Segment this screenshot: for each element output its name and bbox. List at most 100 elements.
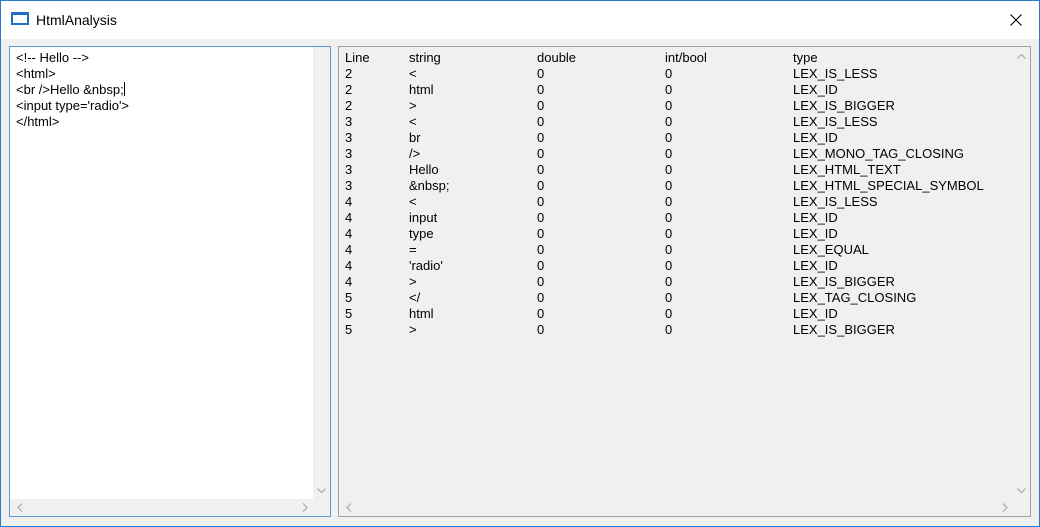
- cell-type: LEX_ID: [793, 258, 838, 273]
- cell-string: Hello: [409, 162, 439, 177]
- table-row[interactable]: 3 /> 0 0 LEX_MONO_TAG_CLOSING: [345, 146, 1013, 162]
- table-scroll-right-button[interactable]: [996, 499, 1013, 516]
- cell-int-bool: 0: [665, 114, 673, 129]
- cell-type: LEX_IS_BIGGER: [793, 322, 895, 337]
- cell-string: >: [409, 322, 417, 337]
- cell-type: LEX_IS_LESS: [793, 194, 878, 209]
- table-row[interactable]: 3 Hello 0 0 LEX_HTML_TEXT: [345, 162, 1013, 178]
- cell-double: 0: [537, 258, 545, 273]
- cell-string: <: [409, 194, 417, 209]
- table-scroll-down-button[interactable]: [1013, 482, 1030, 499]
- cell-type: LEX_IS_LESS: [793, 66, 878, 81]
- cell-line: 2: [345, 98, 353, 113]
- chevron-left-icon: [16, 503, 22, 512]
- cell-double: 0: [537, 82, 545, 97]
- table-row[interactable]: 3 <0 0 LEX_IS_LESS: [345, 114, 1013, 130]
- close-button[interactable]: [993, 1, 1039, 39]
- lexeme-table[interactable]: Line string double int/bool type 2 <0 0 LEX…: [338, 46, 1031, 517]
- source-editor[interactable]: <!-- Hello --> <html> <br />Hello &nbsp; <i…: [9, 46, 331, 517]
- cell-line: 3: [345, 178, 353, 193]
- header-line: Line: [345, 50, 370, 65]
- editor-line: <br />Hello &nbsp;: [16, 82, 312, 98]
- cell-line: 4: [345, 274, 353, 289]
- table-row[interactable]: 3 br 0 0 LEX_ID: [345, 130, 1013, 146]
- cell-line: 5: [345, 290, 353, 305]
- table-horizontal-scrollbar[interactable]: [339, 499, 1013, 516]
- editor-vertical-scrollbar[interactable]: [313, 47, 330, 499]
- cell-double: 0: [537, 226, 545, 241]
- cell-double: 0: [537, 66, 545, 81]
- cell-line: 4: [345, 226, 353, 241]
- cell-int-bool: 0: [665, 66, 673, 81]
- cell-string: <: [409, 66, 417, 81]
- cell-int-bool: 0: [665, 274, 673, 289]
- table-row[interactable]: 4 type 0 0 LEX_ID: [345, 226, 1013, 242]
- cell-double: 0: [537, 242, 545, 257]
- table-row[interactable]: 2 <0 0 LEX_IS_LESS: [345, 66, 1013, 82]
- editor-line-text: </html>: [16, 114, 60, 129]
- table-row[interactable]: 5 </ 0 0 LEX_TAG_CLOSING: [345, 290, 1013, 306]
- cell-int-bool: 0: [665, 178, 673, 193]
- cell-line: 3: [345, 162, 353, 177]
- cell-string: >: [409, 98, 417, 113]
- table-row[interactable]: 4 input 0 0 LEX_ID: [345, 210, 1013, 226]
- editor-scroll-down-button[interactable]: [313, 482, 330, 499]
- table-row[interactable]: 4 = 0 0 LEX_EQUAL: [345, 242, 1013, 258]
- table-row[interactable]: 3 &nbsp; 0 0 LEX_HTML_SPECIAL_SYMBOL: [345, 178, 1013, 194]
- text-caret: [123, 82, 125, 96]
- cell-string: html: [409, 306, 434, 321]
- cell-int-bool: 0: [665, 82, 673, 97]
- cell-string: <: [409, 114, 417, 129]
- chevron-up-icon: [1017, 53, 1026, 59]
- cell-double: 0: [537, 194, 545, 209]
- table-scroll-up-button[interactable]: [1013, 47, 1030, 64]
- chevron-left-icon: [345, 503, 351, 512]
- cell-string: </: [409, 290, 421, 305]
- window-title: HtmlAnalysis: [36, 12, 117, 28]
- cell-string: input: [409, 210, 438, 225]
- table-row[interactable]: 4 'radio' 0 0 LEX_ID: [345, 258, 1013, 274]
- table-row[interactable]: 2 html 0 0 LEX_ID: [345, 82, 1013, 98]
- editor-line: <!-- Hello -->: [16, 50, 312, 66]
- cell-type: LEX_ID: [793, 130, 838, 145]
- table-row[interactable]: 5 >0 0 LEX_IS_BIGGER: [345, 322, 1013, 338]
- cell-string: 'radio': [409, 258, 443, 273]
- cell-string: br: [409, 130, 421, 145]
- cell-line: 4: [345, 194, 353, 209]
- editor-horizontal-scrollbar[interactable]: [10, 499, 313, 516]
- editor-scroll-left-button[interactable]: [11, 499, 28, 516]
- header-int-bool: int/bool: [665, 50, 707, 65]
- chevron-down-icon: [317, 487, 326, 493]
- table-row[interactable]: 5 html 0 0 LEX_ID: [345, 306, 1013, 322]
- editor-scroll-corner: [313, 499, 330, 516]
- cell-type: LEX_IS_LESS: [793, 114, 878, 129]
- cell-int-bool: 0: [665, 146, 673, 161]
- table-scroll-left-button[interactable]: [340, 499, 357, 516]
- cell-double: 0: [537, 114, 545, 129]
- table-scroll-corner: [1013, 499, 1030, 516]
- header-type: type: [793, 50, 818, 65]
- cell-double: 0: [537, 162, 545, 177]
- cell-double: 0: [537, 306, 545, 321]
- cell-int-bool: 0: [665, 130, 673, 145]
- cell-int-bool: 0: [665, 226, 673, 241]
- cell-line: 4: [345, 210, 353, 225]
- table-vertical-scrollbar[interactable]: [1013, 47, 1030, 499]
- editor-line: <input type='radio'>: [16, 98, 312, 114]
- editor-text[interactable]: <!-- Hello --> <html> <br />Hello &nbsp; <i…: [16, 50, 312, 498]
- table-row[interactable]: 2 >0 0 LEX_IS_BIGGER: [345, 98, 1013, 114]
- cell-double: 0: [537, 322, 545, 337]
- cell-line: 2: [345, 82, 353, 97]
- cell-int-bool: 0: [665, 210, 673, 225]
- table-row[interactable]: 4 <0 0 LEX_IS_LESS: [345, 194, 1013, 210]
- cell-string: >: [409, 274, 417, 289]
- cell-type: LEX_ID: [793, 226, 838, 241]
- table-row[interactable]: 4 >0 0 LEX_IS_BIGGER: [345, 274, 1013, 290]
- cell-line: 2: [345, 66, 353, 81]
- title-bar[interactable]: HtmlAnalysis: [1, 1, 1039, 39]
- table-body: Line string double int/bool type 2 <0 0 LEX…: [345, 50, 1013, 498]
- cell-int-bool: 0: [665, 162, 673, 177]
- chevron-down-icon: [1017, 487, 1026, 493]
- cell-double: 0: [537, 274, 545, 289]
- editor-scroll-right-button[interactable]: [296, 499, 313, 516]
